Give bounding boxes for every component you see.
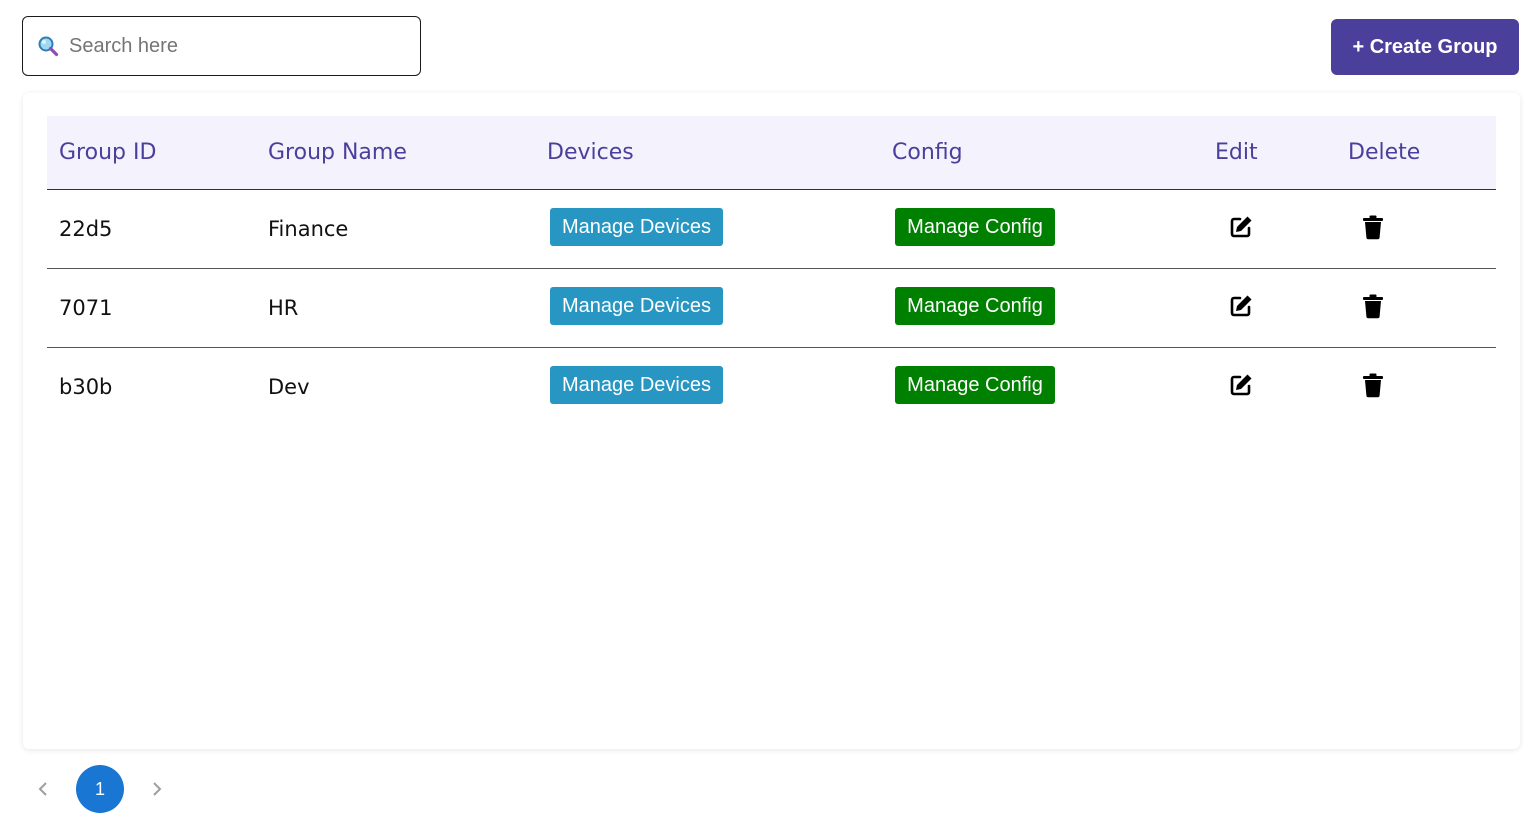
create-group-button[interactable]: + Create Group [1331,19,1519,75]
groups-table: Group ID Group Name Devices Config Edit … [47,116,1496,426]
table-row: 22d5 Finance Manage Devices Manage Confi… [47,190,1496,269]
pagination: 1 [28,765,172,813]
chevron-right-icon[interactable] [142,765,172,813]
header-config: Config [892,140,963,165]
search-icon [37,35,59,57]
table-header: Group ID Group Name Devices Config Edit … [47,116,1496,190]
cell-group-id: 22d5 [59,217,113,241]
manage-devices-button[interactable]: Manage Devices [550,287,723,325]
cell-group-name: HR [268,296,299,320]
edit-icon[interactable] [1226,370,1256,400]
manage-devices-button[interactable]: Manage Devices [550,208,723,246]
header-group-name: Group Name [268,140,407,165]
manage-config-button[interactable]: Manage Config [895,208,1055,246]
manage-devices-button[interactable]: Manage Devices [550,366,723,404]
edit-icon[interactable] [1226,212,1256,242]
manage-config-button[interactable]: Manage Config [895,366,1055,404]
search-box[interactable] [22,16,421,76]
cell-group-id: b30b [59,375,113,399]
cell-group-name: Dev [268,375,310,399]
trash-icon[interactable] [1358,212,1388,242]
header-group-id: Group ID [59,140,157,165]
cell-group-id: 7071 [59,296,113,320]
table-row: 7071 HR Manage Devices Manage Config [47,269,1496,348]
page-button-current[interactable]: 1 [76,765,124,813]
trash-icon[interactable] [1358,291,1388,321]
groups-table-card: Group ID Group Name Devices Config Edit … [23,93,1520,749]
search-input[interactable] [67,33,391,59]
header-devices: Devices [547,140,634,165]
manage-config-button[interactable]: Manage Config [895,287,1055,325]
header-delete: Delete [1348,140,1421,165]
cell-group-name: Finance [268,217,349,241]
chevron-left-icon[interactable] [28,765,58,813]
table-row: b30b Dev Manage Devices Manage Config [47,348,1496,426]
header-edit: Edit [1215,140,1258,165]
edit-icon[interactable] [1226,291,1256,321]
group-management-page: + Create Group Group ID Group Name Devic… [0,0,1539,822]
trash-icon[interactable] [1358,370,1388,400]
